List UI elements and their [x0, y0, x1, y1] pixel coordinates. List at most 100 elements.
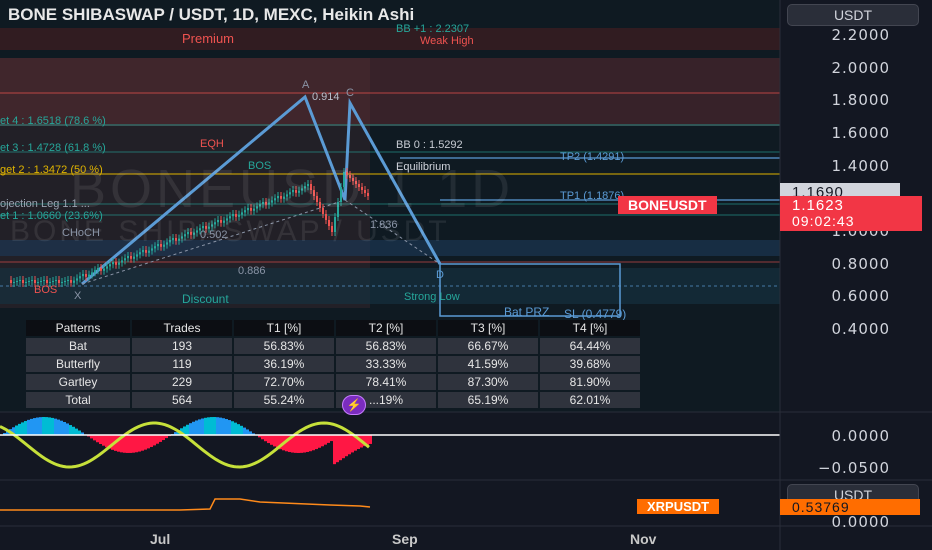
oscillator-bar [75, 428, 78, 435]
table-cell: 87.30% [438, 374, 538, 390]
chart-title[interactable]: BONE SHIBASWAP / USDT, 1D, MEXC, Heikin … [8, 5, 414, 25]
candle-body [43, 280, 45, 281]
candle-body [55, 280, 57, 281]
time-tick-sep: Sep [392, 531, 418, 547]
candle-body [13, 282, 15, 283]
oscillator-bar [18, 423, 21, 435]
oscillator-bar [237, 424, 240, 435]
header-cell: T1 [%] [234, 320, 334, 336]
candle-body [94, 270, 96, 273]
oscillator-bar [234, 422, 237, 435]
oscillator-bar [129, 435, 132, 453]
oscillator-bar [30, 418, 33, 435]
candle-body [136, 254, 138, 257]
table-cell: 36.19% [234, 356, 334, 372]
oscillator-tick: −0.0500 [817, 459, 890, 477]
pattern-stats-table: Patterns Trades T1 [%] T2 [%] T3 [%] T4 … [24, 318, 642, 410]
target4-label: et 4 : 1.6518 (78.6 %) [0, 115, 106, 127]
candle-body [88, 274, 90, 277]
candle-body [25, 282, 27, 283]
oscillator-bar [222, 418, 225, 435]
oscillator-bar [201, 418, 204, 435]
tp1-label: TP1 (1.1876) [560, 190, 625, 202]
symbol-flag[interactable]: BONEUSDT [618, 196, 717, 214]
price-tick: 0.6000 [831, 287, 890, 305]
point-d-label: D [436, 269, 444, 281]
candle-body [85, 274, 87, 277]
candle-body [139, 252, 141, 255]
oscillator-bar [33, 418, 36, 435]
candle-body [61, 282, 63, 283]
oscillator-bar [300, 435, 303, 453]
oscillator-bar [45, 417, 48, 435]
oscillator-bar [153, 435, 156, 446]
oscillator-bar [216, 417, 219, 435]
oscillator-bar [294, 435, 297, 453]
oscillator-bar [93, 435, 96, 441]
oscillator-bar [36, 417, 39, 435]
oscillator-bar [321, 435, 324, 447]
table-cell: Butterfly [26, 356, 130, 372]
price-tick: 2.0000 [831, 59, 890, 77]
lightning-icon[interactable]: ⚡ [342, 395, 366, 415]
table-row: Total 564 55.24% ...19% 65.19% 62.01% [26, 392, 640, 408]
price-tick: 2.2000 [831, 26, 890, 44]
oscillator-bar [348, 435, 351, 455]
price-tick: 1.4000 [831, 157, 890, 175]
oscillator-bar [186, 424, 189, 435]
candle-body [10, 280, 12, 283]
oscillator-bar [240, 425, 243, 435]
table-cell: 64.44% [540, 338, 640, 354]
oscillator-bar [336, 435, 339, 463]
candle-body [22, 280, 24, 283]
oscillator-bar [243, 427, 246, 435]
ratio-1836-label: 1.836 [370, 219, 398, 231]
oscillator-bar [126, 435, 129, 453]
oscillator-bar [57, 419, 60, 435]
oscillator-bar [60, 420, 63, 435]
table-cell: 72.70% [234, 374, 334, 390]
header-cell: T2 [%] [336, 320, 436, 336]
oscillator-bar [132, 435, 135, 453]
currency-button[interactable]: USDT [787, 4, 919, 26]
header-cell: Patterns [26, 320, 130, 336]
oscillator-bar [21, 422, 24, 435]
oscillator-bar [141, 435, 144, 451]
table-cell: Total [26, 392, 130, 408]
oscillator-bar [333, 435, 336, 465]
oscillator-bar [48, 417, 51, 435]
candle-body [91, 272, 93, 275]
table-row: Butterfly 119 36.19% 33.33% 41.59% 39.68… [26, 356, 640, 372]
candle-body [106, 266, 108, 269]
table-cell: Bat [26, 338, 130, 354]
oscillator-bar [66, 423, 69, 435]
oscillator-bar [96, 435, 99, 443]
table-cell: 39.68% [540, 356, 640, 372]
oscillator-bar [63, 421, 66, 435]
equilibrium-label: Equilibrium [396, 161, 451, 173]
oscillator-bar [156, 435, 159, 444]
candle-body [16, 281, 18, 282]
price-tick: 0.8000 [831, 255, 890, 273]
table-cell: Gartley [26, 374, 130, 390]
chart-canvas[interactable] [0, 0, 932, 550]
oscillator-bar [345, 435, 348, 457]
oscillator-bar [264, 435, 267, 442]
time-tick-jul: Jul [150, 531, 171, 547]
candle-body [76, 278, 78, 281]
candle-body [127, 256, 129, 259]
pane3-symbol-flag[interactable]: XRPUSDT [637, 499, 720, 514]
candle-body [124, 258, 126, 261]
candle-body [118, 262, 120, 265]
oscillator-bar [309, 435, 312, 452]
table-cell: 66.67% [438, 338, 538, 354]
oscillator-bar [39, 417, 42, 435]
oscillator-bar [225, 419, 228, 435]
oscillator-bar [219, 417, 222, 435]
candle-body [31, 280, 33, 281]
oscillator-bar [99, 435, 102, 445]
candle-body [19, 280, 21, 281]
oscillator-bar [204, 417, 207, 435]
table-cell: 55.24% [234, 392, 334, 408]
oscillator-bar [315, 435, 318, 450]
